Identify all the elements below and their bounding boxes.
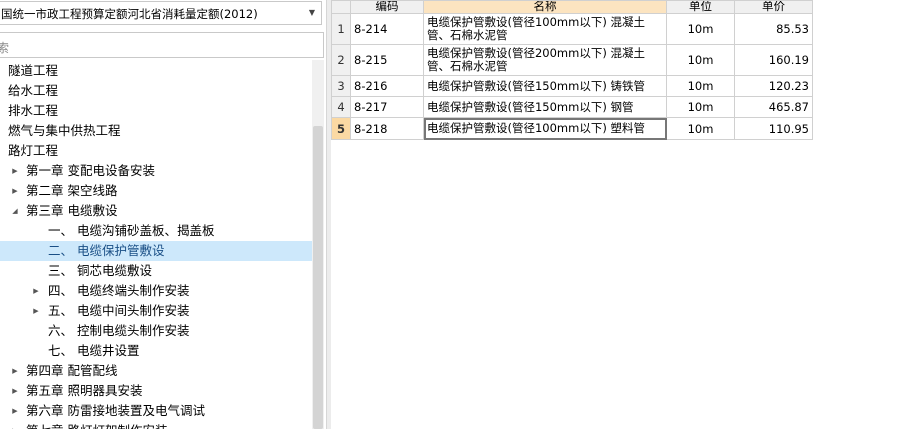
tree-item[interactable]: 六、 控制电缆头制作安装 — [0, 321, 312, 341]
header-index — [331, 0, 351, 14]
cell-code[interactable]: 8-214 — [350, 13, 424, 45]
expand-arrow-icon[interactable]: ▶ — [10, 381, 20, 401]
expand-arrow-icon[interactable]: ▶ — [10, 401, 20, 421]
cell-name[interactable]: 电缆保护管敷设(管径100mm以下) 混凝土管、石棉水泥管 — [423, 13, 667, 45]
search-placeholder: 索 — [0, 41, 10, 55]
header-unit[interactable]: 单位 — [666, 0, 735, 14]
header-price[interactable]: 单价 — [734, 0, 813, 14]
cell-price[interactable]: 110.95 — [734, 117, 813, 140]
tree-item-label: 第五章 照明器具安装 — [26, 383, 143, 398]
search-input[interactable]: 索 — [0, 32, 324, 58]
cell-price[interactable]: 465.87 — [734, 96, 813, 118]
tree-item-label: 二、 电缆保护管敷设 — [48, 243, 165, 258]
tree-item-label: 隧道工程 — [8, 63, 59, 78]
tree-item-label: 三、 铜芯电缆敷设 — [48, 263, 152, 278]
table-row[interactable]: 3 8-216 电缆保护管敷设(管径150mm以下) 铸铁管 10m 120.23 — [331, 75, 813, 97]
tree-item[interactable]: 排水工程 — [0, 101, 312, 121]
tree-item[interactable]: 燃气与集中供热工程 — [0, 121, 312, 141]
tree-item-label: 第三章 电缆敷设 — [26, 203, 118, 218]
cell-code[interactable]: 8-216 — [350, 75, 424, 97]
left-panel: 国统一市政工程预算定额河北省消耗量定额(2012) ▼ 索 隧道工程给水工程排水… — [0, 0, 326, 429]
header-code[interactable]: 编码 — [350, 0, 424, 14]
tree-item[interactable]: ▶ 四、 电缆终端头制作安装 — [0, 281, 312, 301]
cell-unit[interactable]: 10m — [666, 75, 735, 97]
chevron-down-icon[interactable]: ▼ — [309, 8, 315, 17]
tree-item-label: 一、 电缆沟铺砂盖板、揭盖板 — [48, 223, 215, 238]
tree-item-label: 六、 控制电缆头制作安装 — [48, 323, 190, 338]
library-select-value: 国统一市政工程预算定额河北省消耗量定额(2012) — [1, 7, 258, 21]
tree-item[interactable]: ▶ 第七章 路灯灯架制作安装 — [0, 421, 312, 429]
tree-item[interactable]: ◢ 第三章 电缆敷设 — [0, 201, 312, 221]
tree-item[interactable]: ▶ 第二章 架空线路 — [0, 181, 312, 201]
expand-arrow-icon[interactable]: ▶ — [10, 421, 20, 429]
grid-header-row: 编码 名称 单位 单价 — [331, 0, 813, 14]
cell-price[interactable]: 85.53 — [734, 13, 813, 45]
expand-arrow-icon[interactable]: ▶ — [10, 161, 20, 181]
table-row[interactable]: 4 8-217 电缆保护管敷设(管径150mm以下) 钢管 10m 465.87 — [331, 96, 813, 118]
table-row[interactable]: 1 8-214 电缆保护管敷设(管径100mm以下) 混凝土管、石棉水泥管 10m 85… — [331, 13, 813, 45]
row-index[interactable]: 4 — [331, 96, 351, 118]
tree-item-label: 燃气与集中供热工程 — [8, 123, 121, 138]
row-index[interactable]: 5 — [331, 117, 351, 140]
tree-item[interactable]: 隧道工程 — [0, 61, 312, 81]
tree-item-label: 第七章 路灯灯架制作安装 — [26, 421, 167, 429]
cell-unit[interactable]: 10m — [666, 13, 735, 45]
quota-grid: 编码 名称 单位 单价 1 8-214 电缆保护管敷设(管径100mm以下) 混凝土… — [331, 0, 813, 140]
tree-item[interactable]: ▶ 第六章 防雷接地装置及电气调试 — [0, 401, 312, 421]
row-index[interactable]: 3 — [331, 75, 351, 97]
tree-item-label: 七、 电缆井设置 — [48, 343, 140, 358]
tree-item-label: 四、 电缆终端头制作安装 — [48, 283, 190, 298]
cell-unit[interactable]: 10m — [666, 96, 735, 118]
table-row[interactable]: 2 8-215 电缆保护管敷设(管径200mm以下) 混凝土管、石棉水泥管 10m 16… — [331, 44, 813, 76]
expand-arrow-icon[interactable]: ▶ — [31, 281, 41, 301]
cell-price[interactable]: 120.23 — [734, 75, 813, 97]
cell-code[interactable]: 8-215 — [350, 44, 424, 76]
cell-name[interactable]: 电缆保护管敷设(管径100mm以下) 塑料管 — [423, 117, 667, 140]
table-row[interactable]: 5 8-218 电缆保护管敷设(管径100mm以下) 塑料管 10m 110.95 — [331, 117, 813, 140]
tree-item[interactable]: 路灯工程 — [0, 141, 312, 161]
tree-item[interactable]: ▶ 第五章 照明器具安装 — [0, 381, 312, 401]
tree-item[interactable]: 一、 电缆沟铺砂盖板、揭盖板 — [0, 221, 312, 241]
cell-name[interactable]: 电缆保护管敷设(管径150mm以下) 钢管 — [423, 96, 667, 118]
tree-item-label: 第二章 架空线路 — [26, 183, 118, 198]
expand-arrow-icon[interactable]: ▶ — [31, 301, 41, 321]
tree-item-label: 排水工程 — [8, 103, 59, 118]
collapse-arrow-icon[interactable]: ◢ — [10, 201, 20, 221]
cell-unit[interactable]: 10m — [666, 44, 735, 76]
cell-price[interactable]: 160.19 — [734, 44, 813, 76]
tree-item-label: 第一章 变配电设备安装 — [26, 163, 155, 178]
tree-item[interactable]: 二、 电缆保护管敷设 — [0, 241, 312, 261]
expand-arrow-icon[interactable]: ▶ — [10, 181, 20, 201]
tree-item[interactable]: 七、 电缆井设置 — [0, 341, 312, 361]
tree-item-label: 五、 电缆中间头制作安装 — [48, 303, 190, 318]
tree-item-label: 给水工程 — [8, 83, 59, 98]
library-select[interactable]: 国统一市政工程预算定额河北省消耗量定额(2012) ▼ — [0, 1, 322, 25]
tree-item[interactable]: ▶ 五、 电缆中间头制作安装 — [0, 301, 312, 321]
cell-name[interactable]: 电缆保护管敷设(管径150mm以下) 铸铁管 — [423, 75, 667, 97]
cell-name[interactable]: 电缆保护管敷设(管径200mm以下) 混凝土管、石棉水泥管 — [423, 44, 667, 76]
tree-item-label: 第四章 配管配线 — [26, 363, 118, 378]
row-index[interactable]: 1 — [331, 13, 351, 45]
tree-scrollbar[interactable] — [312, 60, 324, 429]
header-name[interactable]: 名称 — [423, 0, 667, 14]
cell-code[interactable]: 8-217 — [350, 96, 424, 118]
tree-scrollbar-thumb[interactable] — [313, 126, 323, 429]
tree-item[interactable]: ▶ 第一章 变配电设备安装 — [0, 161, 312, 181]
tree-item[interactable]: ▶ 第四章 配管配线 — [0, 361, 312, 381]
tree-item-label: 路灯工程 — [8, 143, 59, 158]
cell-unit[interactable]: 10m — [666, 117, 735, 140]
chapter-tree: 隧道工程给水工程排水工程燃气与集中供热工程 路灯工程 ▶ 第一章 变配电设备安装 ▶ 第二… — [0, 60, 312, 429]
cell-code[interactable]: 8-218 — [350, 117, 424, 140]
row-index[interactable]: 2 — [331, 44, 351, 76]
tree-item-label: 第六章 防雷接地装置及电气调试 — [26, 403, 205, 418]
tree-item[interactable]: 给水工程 — [0, 81, 312, 101]
expand-arrow-icon[interactable]: ▶ — [10, 361, 20, 381]
tree-item[interactable]: 三、 铜芯电缆敷设 — [0, 261, 312, 281]
